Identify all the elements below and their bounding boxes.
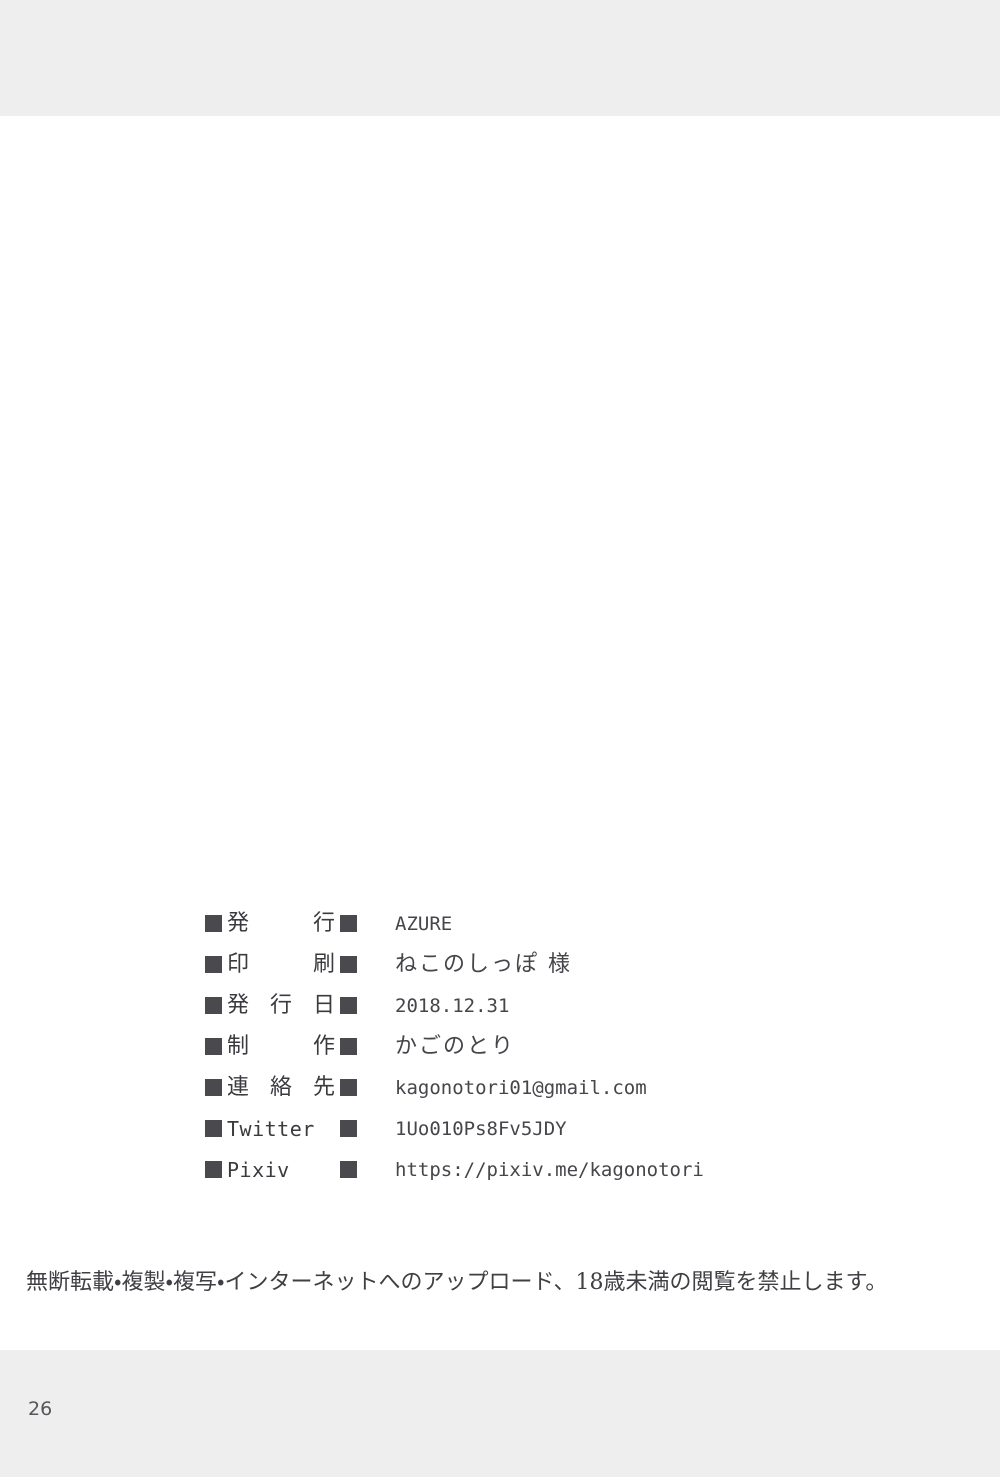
square-marker-icon (340, 1120, 357, 1137)
colophon-row-value: ねこのしっぽ 様 (395, 951, 572, 977)
square-marker-icon (205, 1079, 222, 1096)
colophon-row: Twitter 1Uo010Ps8Fv5JDY (205, 1108, 965, 1149)
square-marker-icon (340, 915, 357, 932)
scan-shading-top (0, 0, 1000, 116)
square-marker-icon (205, 997, 222, 1014)
colophon-row-label: 発行 (227, 910, 335, 936)
scan-shading-bottom (0, 1350, 1000, 1477)
colophon-row-label: Twitter (227, 1116, 315, 1141)
colophon-row-value: 2018.12.31 (395, 994, 510, 1017)
square-marker-icon (205, 915, 222, 932)
colophon-row-label: 印刷 (227, 951, 335, 977)
colophon-row-value: kagonotori01@gmail.com (395, 1076, 647, 1099)
square-marker-icon (340, 1079, 357, 1096)
usage-restriction-notice: 無断転載・複製・複写・インターネットへのアップロード、18歳未満の閲覧を禁止しま… (26, 1270, 888, 1295)
page-number: 26 (28, 1398, 53, 1420)
colophon-row-label: 制作 (227, 1033, 335, 1059)
square-marker-icon (205, 1038, 222, 1055)
colophon-row-label: 連絡先 (227, 1074, 335, 1100)
colophon-row-label: Pixiv (227, 1157, 290, 1182)
square-marker-icon (340, 1038, 357, 1055)
colophon-row: 発行 AZURE (205, 903, 965, 944)
colophon-row-value: AZURE (395, 912, 453, 935)
square-marker-icon (340, 956, 357, 973)
square-marker-icon (205, 1120, 222, 1137)
colophon-block: 発行 AZURE 印刷 ねこのしっぽ 様発行日 2018.12.31 制作 かごのとり連絡先… (205, 903, 965, 1190)
colophon-row: Pixiv https://pixiv.me/kagonotori (205, 1149, 965, 1190)
colophon-row: 制作 かごのとり (205, 1026, 965, 1067)
colophon-row-value: 1Uo010Ps8Fv5JDY (395, 1117, 567, 1140)
colophon-page: 発行 AZURE 印刷 ねこのしっぽ 様発行日 2018.12.31 制作 かごのとり連絡先… (0, 0, 1000, 1477)
square-marker-icon (205, 956, 222, 973)
square-marker-icon (205, 1161, 222, 1178)
colophon-row: 発行日 2018.12.31 (205, 985, 965, 1026)
colophon-row-value: かごのとり (395, 1033, 516, 1059)
colophon-row-label: 発行日 (227, 992, 335, 1018)
square-marker-icon (340, 997, 357, 1014)
colophon-row: 印刷 ねこのしっぽ 様 (205, 944, 965, 985)
colophon-row-value: https://pixiv.me/kagonotori (395, 1158, 704, 1181)
square-marker-icon (340, 1161, 357, 1178)
colophon-row: 連絡先 kagonotori01@gmail.com (205, 1067, 965, 1108)
